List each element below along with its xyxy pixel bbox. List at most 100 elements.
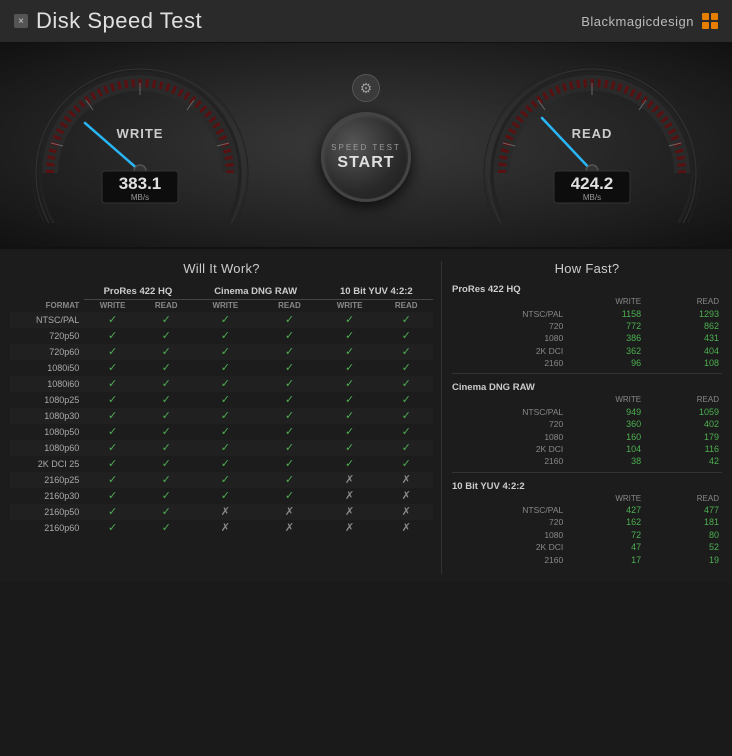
hf-write-value: 427 xyxy=(566,504,644,516)
check-cell: ✓ xyxy=(259,408,320,424)
table-row: 1080p30✓✓✓✓✓✓ xyxy=(10,408,433,424)
hf-write-value: 162 xyxy=(566,516,644,528)
check-icon: ✓ xyxy=(221,346,230,358)
check-cell: ✓ xyxy=(192,408,260,424)
data-area: Will It Work? ProRes 422 HQ Cinema DNG R… xyxy=(0,249,732,582)
table-row: 720p50✓✓✓✓✓✓ xyxy=(10,328,433,344)
hf-read-value: 116 xyxy=(644,443,722,455)
check-cell: ✓ xyxy=(259,376,320,392)
gear-button[interactable]: ⚙ xyxy=(352,74,380,102)
table-row: 2160p30✓✓✓✓✗✗ xyxy=(10,488,433,504)
write-gauge-svg: WRITE 383.1 MB/s xyxy=(30,63,250,223)
cross-icon: ✗ xyxy=(402,522,411,534)
check-icon: ✓ xyxy=(402,314,411,326)
hf-write-value: 96 xyxy=(566,357,644,369)
svg-text:383.1: 383.1 xyxy=(119,174,162,193)
start-label: START xyxy=(337,154,394,172)
cross-icon: ✗ xyxy=(221,506,230,518)
check-icon: ✓ xyxy=(402,330,411,342)
check-icon: ✓ xyxy=(345,394,354,406)
hf-write-value: 949 xyxy=(566,406,644,418)
how-fast-content: ProRes 422 HQWRITEREADNTSC/PAL1158129372… xyxy=(452,284,722,566)
dng-read-header: READ xyxy=(259,299,320,312)
close-button[interactable]: × xyxy=(14,14,28,28)
check-cell: ✓ xyxy=(192,392,260,408)
cross-icon: ✗ xyxy=(345,474,354,486)
check-cell: ✗ xyxy=(379,520,433,536)
check-icon: ✓ xyxy=(221,330,230,342)
hf-row-label: 2K DCI xyxy=(452,345,566,357)
check-cell: ✓ xyxy=(141,312,192,328)
codec-yuv-header: 10 Bit YUV 4:2:2 xyxy=(320,284,433,299)
check-icon: ✓ xyxy=(285,426,294,438)
check-cell: ✓ xyxy=(320,360,380,376)
check-cell: ✓ xyxy=(259,344,320,360)
check-cell: ✓ xyxy=(192,440,260,456)
hf-table: WRITEREADNTSC/PAL94910597203604021080160… xyxy=(452,394,722,467)
list-item: 216096108 xyxy=(452,357,722,369)
check-cell: ✓ xyxy=(84,520,141,536)
check-icon: ✓ xyxy=(221,394,230,406)
check-cell: ✓ xyxy=(192,456,260,472)
hf-row-label: 2K DCI xyxy=(452,541,566,553)
cross-icon: ✗ xyxy=(285,506,294,518)
check-cell: ✓ xyxy=(141,360,192,376)
format-label: NTSC/PAL xyxy=(10,312,84,328)
check-icon: ✓ xyxy=(285,410,294,422)
check-cell: ✗ xyxy=(320,472,380,488)
check-icon: ✓ xyxy=(162,394,171,406)
hf-write-value: 72 xyxy=(566,529,644,541)
format-col-header: FORMAT xyxy=(10,299,84,312)
check-cell: ✓ xyxy=(259,488,320,504)
hf-row-label: 2160 xyxy=(452,455,566,467)
list-item: NTSC/PAL9491059 xyxy=(452,406,722,418)
list-item: 2K DCI4752 xyxy=(452,541,722,553)
hf-row-label: 720 xyxy=(452,320,566,332)
check-icon: ✓ xyxy=(345,378,354,390)
check-icon: ✓ xyxy=(402,362,411,374)
title-bar: × Disk Speed Test Blackmagicdesign xyxy=(0,0,732,43)
check-icon: ✓ xyxy=(345,330,354,342)
check-cell: ✗ xyxy=(259,504,320,520)
check-icon: ✓ xyxy=(108,346,117,358)
hf-read-header: READ xyxy=(644,296,722,307)
check-icon: ✓ xyxy=(108,458,117,470)
check-cell: ✓ xyxy=(320,408,380,424)
start-button[interactable]: SPEED TEST START xyxy=(321,112,411,202)
list-item: 1080386431 xyxy=(452,332,722,344)
hf-write-value: 386 xyxy=(566,332,644,344)
list-item: 21603842 xyxy=(452,455,722,467)
hf-section: Cinema DNG RAWWRITEREADNTSC/PAL949105972… xyxy=(452,382,722,472)
format-label: 1080i60 xyxy=(10,376,84,392)
brand-logo: Blackmagicdesign xyxy=(581,13,718,29)
check-cell: ✓ xyxy=(379,408,433,424)
list-item: 21601719 xyxy=(452,553,722,565)
hf-write-header: WRITE xyxy=(566,296,644,307)
write-gauge: WRITE 383.1 MB/s xyxy=(30,63,250,223)
hf-read-header: READ xyxy=(644,493,722,504)
check-icon: ✓ xyxy=(345,458,354,470)
hf-read-value: 402 xyxy=(644,418,722,430)
check-icon: ✓ xyxy=(108,378,117,390)
table-row: 1080p25✓✓✓✓✓✓ xyxy=(10,392,433,408)
check-icon: ✓ xyxy=(285,330,294,342)
title-bar-left: × Disk Speed Test xyxy=(14,8,202,34)
check-cell: ✓ xyxy=(320,392,380,408)
check-cell: ✓ xyxy=(141,440,192,456)
check-cell: ✗ xyxy=(320,520,380,536)
check-icon: ✓ xyxy=(162,378,171,390)
check-icon: ✓ xyxy=(162,474,171,486)
check-cell: ✓ xyxy=(141,456,192,472)
check-icon: ✓ xyxy=(345,362,354,374)
check-cell: ✓ xyxy=(84,392,141,408)
check-cell: ✓ xyxy=(141,408,192,424)
hf-row-label: NTSC/PAL xyxy=(452,406,566,418)
svg-text:READ: READ xyxy=(572,126,613,141)
hf-codec-title: 10 Bit YUV 4:2:2 xyxy=(452,481,722,492)
brand-dots xyxy=(702,13,718,29)
check-cell: ✓ xyxy=(192,424,260,440)
hf-row-label: 720 xyxy=(452,516,566,528)
hf-table: WRITEREADNTSC/PAL11581293720772862108038… xyxy=(452,296,722,369)
table-row: 720p60✓✓✓✓✓✓ xyxy=(10,344,433,360)
check-cell: ✓ xyxy=(259,312,320,328)
